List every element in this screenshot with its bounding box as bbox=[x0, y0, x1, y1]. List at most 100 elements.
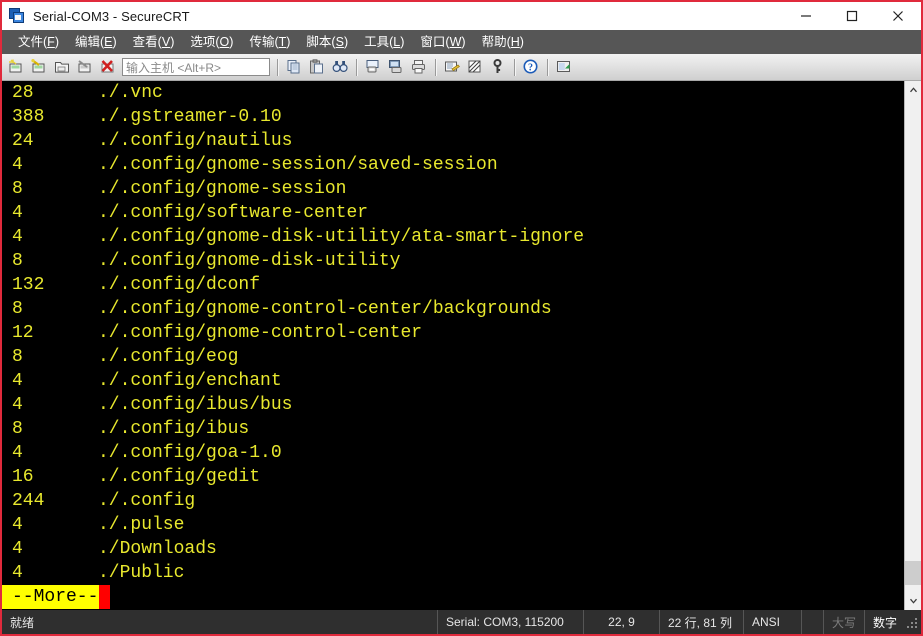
terminal-line: 4 ./.config/gnome-session/saved-session bbox=[2, 153, 904, 177]
menu-item-edit[interactable]: 编辑(E) bbox=[67, 30, 125, 54]
menu-bar: 文件(F) 编辑(E) 查看(V) 选项(O) 传输(T) 脚本(S) 工具(L… bbox=[2, 30, 921, 54]
du-size: 4 bbox=[12, 395, 23, 415]
du-size: 8 bbox=[12, 299, 23, 319]
menu-item-script[interactable]: 脚本(S) bbox=[298, 30, 356, 54]
session-manager-icon[interactable] bbox=[553, 56, 576, 78]
copy-icon[interactable] bbox=[283, 56, 306, 78]
du-path: ./.config/goa-1.0 bbox=[98, 443, 282, 463]
toolbar-separator bbox=[435, 58, 437, 76]
du-size: 8 bbox=[12, 251, 23, 271]
connect-session-icon[interactable] bbox=[28, 56, 51, 78]
scroll-up-arrow-icon[interactable] bbox=[905, 81, 921, 98]
du-size: 388 bbox=[12, 107, 45, 127]
help-icon[interactable]: ? bbox=[520, 56, 543, 78]
status-spacer bbox=[802, 610, 824, 634]
scroll-down-arrow-icon[interactable] bbox=[905, 593, 921, 610]
du-path: ./.config/gnome-control-center bbox=[98, 323, 423, 343]
du-size: 8 bbox=[12, 179, 23, 199]
du-size: 4 bbox=[12, 539, 23, 559]
terminal-line: 388 ./.gstreamer-0.10 bbox=[2, 105, 904, 129]
menu-item-file[interactable]: 文件(F) bbox=[10, 30, 67, 54]
securecrt-icon bbox=[9, 8, 25, 24]
close-button[interactable] bbox=[875, 2, 921, 30]
session-options-icon[interactable] bbox=[441, 56, 464, 78]
print-screen-icon[interactable] bbox=[362, 56, 385, 78]
terminal-line: 244 ./.config bbox=[2, 489, 904, 513]
terminal-line: 12 ./.config/gnome-control-center bbox=[2, 321, 904, 345]
menu-item-view[interactable]: 查看(V) bbox=[125, 30, 183, 54]
host-input[interactable]: 输入主机 <Alt+R> bbox=[122, 58, 270, 76]
toggle-raw-icon[interactable] bbox=[464, 56, 487, 78]
terminal-cursor bbox=[99, 585, 111, 609]
status-dimensions: 22 行, 81 列 bbox=[660, 610, 744, 634]
du-size: 8 bbox=[12, 419, 23, 439]
print-icon[interactable] bbox=[408, 56, 431, 78]
disconnect-icon[interactable] bbox=[97, 56, 120, 78]
du-path: ./Downloads bbox=[98, 539, 217, 559]
terminal-line: 4 ./Public bbox=[2, 561, 904, 585]
menu-item-window[interactable]: 窗口(W) bbox=[412, 30, 473, 54]
menu-item-help[interactable]: 帮助(H) bbox=[474, 30, 532, 54]
maximize-button[interactable] bbox=[829, 2, 875, 30]
menu-item-options[interactable]: 选项(O) bbox=[182, 30, 241, 54]
du-path: ./.pulse bbox=[98, 515, 185, 535]
securecrt-window: Serial-COM3 - SecureCRT 文件(F) 编辑(E) 查看(V… bbox=[0, 0, 923, 636]
terminal-line: 8 ./.config/eog bbox=[2, 345, 904, 369]
du-path: ./.config/gnome-session/saved-session bbox=[98, 155, 498, 175]
scrollbar-thumb[interactable] bbox=[905, 561, 921, 585]
terminal-screen[interactable]: 28 ./.vnc 388 ./.gstreamer-0.10 24 ./.confi… bbox=[2, 81, 904, 610]
status-serial: Serial: COM3, 115200 bbox=[438, 610, 584, 634]
resize-grip[interactable] bbox=[905, 610, 921, 634]
terminal-line: 4 ./.pulse bbox=[2, 513, 904, 537]
terminal-line: 4 ./.config/goa-1.0 bbox=[2, 441, 904, 465]
du-path: ./.config/dconf bbox=[98, 275, 261, 295]
connect-sftp-icon[interactable] bbox=[74, 56, 97, 78]
more-prompt-label: --More-- bbox=[2, 585, 100, 609]
status-bar: 就绪 Serial: COM3, 115200 22, 9 22 行, 81 列… bbox=[2, 610, 921, 634]
terminal-line: 8 ./.config/ibus bbox=[2, 417, 904, 441]
du-size: 24 bbox=[12, 131, 34, 151]
find-icon[interactable] bbox=[329, 56, 352, 78]
du-size: 4 bbox=[12, 563, 23, 583]
title-bar[interactable]: Serial-COM3 - SecureCRT bbox=[2, 2, 921, 30]
open-folder-icon[interactable] bbox=[51, 56, 74, 78]
toolbar: 输入主机 <Alt+R> ? bbox=[2, 54, 921, 81]
window-title: Serial-COM3 - SecureCRT bbox=[33, 8, 190, 24]
menu-item-tools[interactable]: 工具(L) bbox=[356, 30, 412, 54]
du-path: ./.config/gnome-disk-utility bbox=[98, 251, 401, 271]
menu-item-transfer[interactable]: 传输(T) bbox=[241, 30, 298, 54]
svg-text:?: ? bbox=[528, 62, 533, 73]
terminal-line: 8 ./.config/gnome-session bbox=[2, 177, 904, 201]
status-ready: 就绪 bbox=[2, 610, 438, 634]
more-prompt-row: --More-- bbox=[2, 585, 904, 609]
toolbar-separator bbox=[356, 58, 358, 76]
du-path: ./.gstreamer-0.10 bbox=[98, 107, 282, 127]
du-path: ./.config/gedit bbox=[98, 467, 261, 487]
du-size: 4 bbox=[12, 515, 23, 535]
du-size: 4 bbox=[12, 155, 23, 175]
scrollbar-track[interactable] bbox=[905, 98, 921, 593]
terminal-line: 4 ./.config/enchant bbox=[2, 369, 904, 393]
du-path: ./.config/ibus/bus bbox=[98, 395, 293, 415]
du-size: 16 bbox=[12, 467, 34, 487]
terminal-line: 4 ./.config/ibus/bus bbox=[2, 393, 904, 417]
key-icon[interactable] bbox=[487, 56, 510, 78]
du-size: 12 bbox=[12, 323, 34, 343]
du-size: 8 bbox=[12, 347, 23, 367]
du-path: ./.config/gnome-control-center/backgroun… bbox=[98, 299, 552, 319]
terminal-line: 132 ./.config/dconf bbox=[2, 273, 904, 297]
du-size: 4 bbox=[12, 227, 23, 247]
minimize-button[interactable] bbox=[783, 2, 829, 30]
log-session-icon[interactable] bbox=[385, 56, 408, 78]
vertical-scrollbar[interactable] bbox=[904, 81, 921, 610]
status-emulation: ANSI bbox=[744, 610, 802, 634]
du-path: ./.config/eog bbox=[98, 347, 239, 367]
paste-icon[interactable] bbox=[306, 56, 329, 78]
toolbar-separator bbox=[547, 58, 549, 76]
du-path: ./.config/gnome-session bbox=[98, 179, 347, 199]
terminal-line: 24 ./.config/nautilus bbox=[2, 129, 904, 153]
du-path: ./.config/ibus bbox=[98, 419, 250, 439]
toolbar-separator bbox=[514, 58, 516, 76]
new-session-icon[interactable] bbox=[5, 56, 28, 78]
status-caps-lock: 大写 bbox=[824, 610, 865, 634]
